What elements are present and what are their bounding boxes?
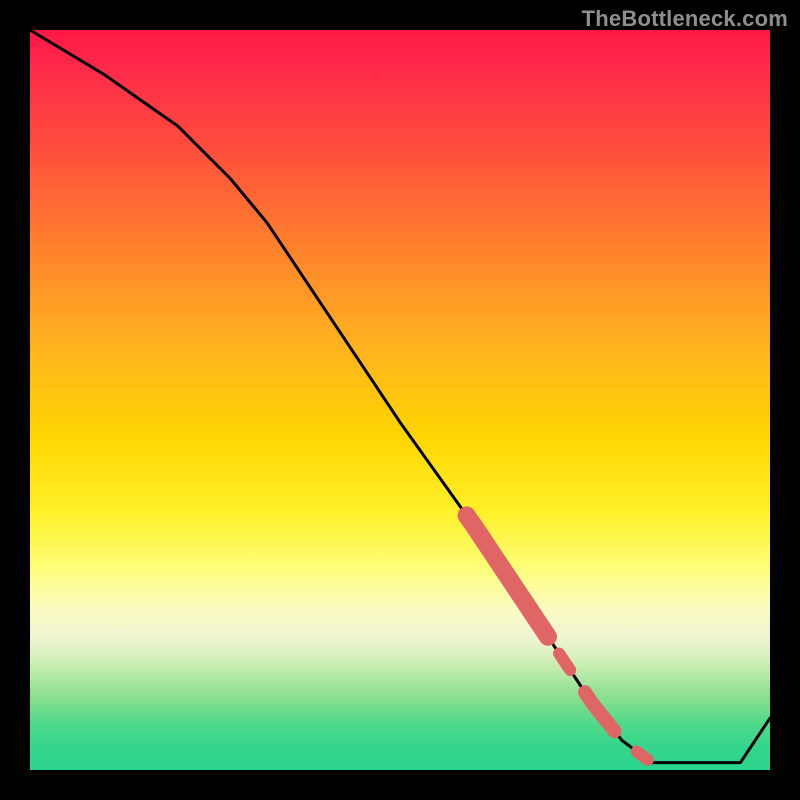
chart-svg — [30, 30, 770, 770]
highlight-segment — [585, 692, 615, 731]
watermark-text: TheBottleneck.com — [582, 6, 788, 32]
highlight-segment — [637, 752, 648, 760]
highlight-group — [467, 515, 648, 759]
highlight-segment — [467, 515, 548, 636]
highlight-segment — [559, 653, 570, 670]
line-series-curve — [30, 30, 770, 763]
